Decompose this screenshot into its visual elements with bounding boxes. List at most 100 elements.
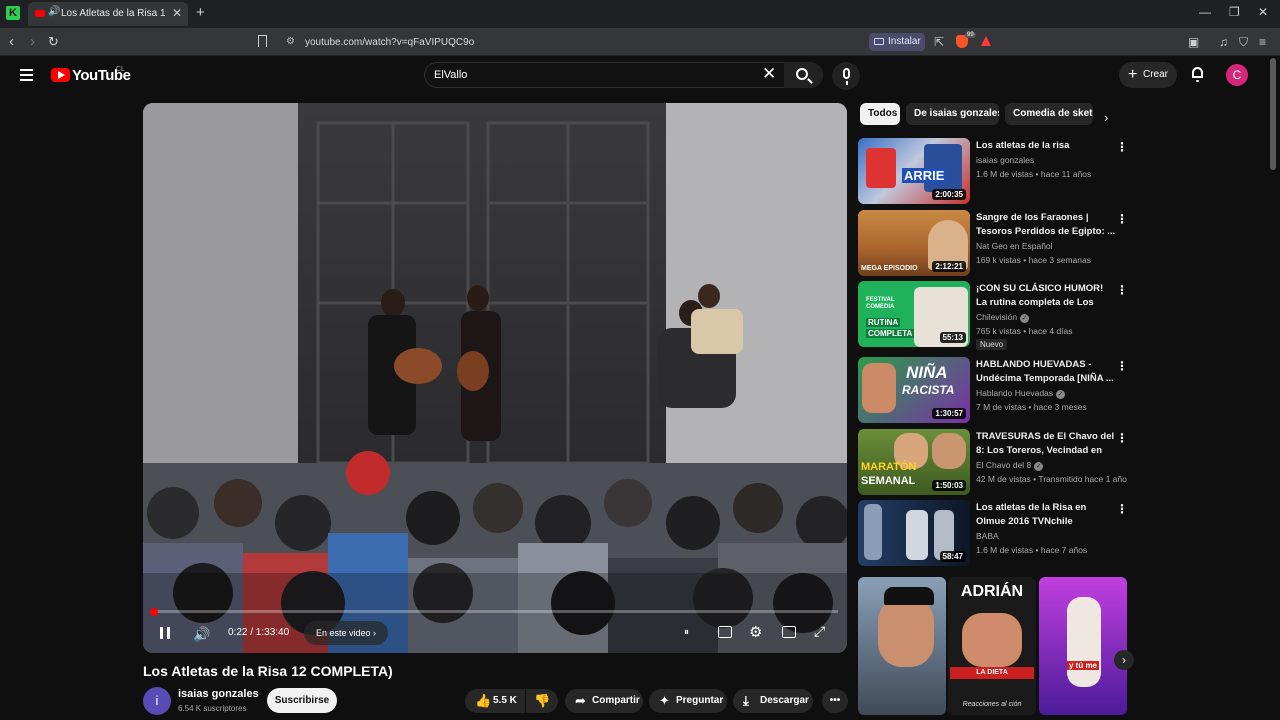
- channel-name[interactable]: isaias gonzales: [178, 688, 259, 700]
- recommendation-channel[interactable]: El Chavo del 8 ✓: [976, 460, 1044, 471]
- thumb-label: COMPLETA: [866, 329, 915, 338]
- audio-playing-icon[interactable]: 🔊: [48, 6, 60, 17]
- video-thumbnail[interactable]: 58:47: [858, 500, 970, 566]
- recommendation-title[interactable]: TRAVESURAS de El Chavo del 8: Los Torero…: [976, 430, 1116, 458]
- more-vert-icon[interactable]: ⋮: [1116, 502, 1128, 516]
- address-bar: ‹ › ↻: [0, 28, 1280, 56]
- short-thumbnail[interactable]: ADRIÁN LA DIETA Reacciones al ción: [948, 577, 1036, 715]
- share-page-icon[interactable]: ⇱: [934, 35, 944, 49]
- recommendation-title[interactable]: Los atletas de la risa: [976, 139, 1116, 153]
- video-thumbnail[interactable]: ARRIE 2:00:35: [858, 138, 970, 204]
- miniplayer-icon[interactable]: [782, 626, 796, 638]
- recommendation-title[interactable]: Sangre de los Faraones | Tesoros Perdido…: [976, 211, 1116, 239]
- shorts-next-icon[interactable]: ›: [1114, 650, 1134, 670]
- reload-icon[interactable]: ↻: [48, 34, 59, 50]
- back-icon[interactable]: ‹: [9, 33, 14, 50]
- vpn-icon[interactable]: ⛉: [1239, 35, 1248, 50]
- recommendation-item[interactable]: ARRIE 2:00:35 Los atletas de la risa isa…: [858, 138, 1128, 206]
- channel-avatar[interactable]: i: [143, 687, 171, 715]
- more-vert-icon[interactable]: ⋮: [1116, 283, 1128, 297]
- ask-button[interactable]: ✦ Preguntar: [649, 689, 727, 713]
- subtitles-icon[interactable]: [718, 626, 732, 638]
- recommendation-item[interactable]: NIÑA RACISTA 1:30:57 HABLANDO HUEVADAS -…: [858, 357, 1128, 425]
- recommendation-title[interactable]: HABLANDO HUEVADAS - Undécima Temporada […: [976, 358, 1116, 386]
- share-button[interactable]: ➦ Compartir: [565, 689, 643, 713]
- autoplay-toggle-icon[interactable]: ⏸: [684, 627, 689, 638]
- chips-next-icon[interactable]: ›: [1104, 110, 1108, 125]
- maximize-icon[interactable]: ❐: [1229, 5, 1240, 19]
- notifications-bell-icon[interactable]: [1192, 67, 1203, 82]
- pause-icon[interactable]: [160, 627, 170, 639]
- install-button[interactable]: Instalar: [869, 33, 925, 51]
- share-label: Compartir: [592, 695, 640, 706]
- reader-mode-icon[interactable]: ▣: [1188, 35, 1199, 49]
- duration-badge: 1:30:57: [932, 408, 966, 419]
- recommendation-item[interactable]: 58:47 Los atletas de la Risa en Olmue 20…: [858, 500, 1128, 568]
- video-thumbnail[interactable]: FESTIVAL COMEDIA RUTINA COMPLETA 55:13: [858, 281, 970, 347]
- scrubber-handle[interactable]: [150, 608, 158, 616]
- download-button[interactable]: ⤓ Descargar: [733, 689, 813, 713]
- browser-tab[interactable]: 🔊 Los Atletas de la Risa 12 COMPLETA ✕: [28, 2, 188, 26]
- chip-channel[interactable]: De isaias gonzales: [906, 103, 999, 125]
- site-info-icon[interactable]: ⚙: [286, 36, 295, 47]
- chip-all[interactable]: Todos: [860, 103, 900, 125]
- minimize-icon[interactable]: —: [1199, 5, 1211, 19]
- settings-gear-icon[interactable]: ⚙: [749, 623, 762, 641]
- progress-bar[interactable]: [152, 610, 838, 613]
- more-vert-icon[interactable]: ⋮: [1116, 431, 1128, 445]
- recommendation-channel[interactable]: Chilevisión ✓: [976, 312, 1030, 323]
- microphone-icon[interactable]: [843, 68, 850, 85]
- url-field[interactable]: youtube.com/watch?v=qFaVIPUQC9o: [305, 37, 474, 48]
- channel-name: Hablando Huevadas: [976, 388, 1054, 398]
- recommendation-channel[interactable]: Nat Geo en Español: [976, 241, 1053, 251]
- guide-menu-icon[interactable]: [20, 69, 33, 81]
- short-thumbnail[interactable]: [858, 577, 946, 715]
- account-avatar[interactable]: C: [1226, 64, 1248, 86]
- thumb-big-text: NIÑA: [906, 363, 948, 382]
- video-thumbnail[interactable]: NIÑA RACISTA 1:30:57: [858, 357, 970, 423]
- close-window-icon[interactable]: ✕: [1258, 5, 1268, 19]
- search-value[interactable]: ElVallo: [434, 69, 467, 81]
- recommendation-item[interactable]: MEGA EPISODIO 2:12:21 Sangre de los Fara…: [858, 210, 1128, 278]
- more-vert-icon[interactable]: ⋮: [1116, 212, 1128, 226]
- dislike-button[interactable]: 👎: [526, 689, 558, 713]
- video-thumbnail[interactable]: MEGA EPISODIO 2:12:21: [858, 210, 970, 276]
- like-button[interactable]: 👍 5.5 K: [465, 689, 525, 713]
- recommendation-item[interactable]: MARATÓN SEMANAL 1:50:03 TRAVESURAS de El…: [858, 429, 1128, 497]
- thumb-figure: [1067, 597, 1101, 687]
- tab-close-icon[interactable]: ✕: [172, 6, 182, 20]
- create-button[interactable]: + Crear: [1119, 62, 1177, 88]
- recommendation-title[interactable]: Los atletas de la Risa en Olmue 2016 TVN…: [976, 501, 1116, 529]
- recommendation-meta: 42 M de vistas • Transmitido hace 1 año: [976, 474, 1127, 484]
- thumb-label: RUTINA: [866, 318, 901, 327]
- new-tab-icon[interactable]: +: [196, 4, 205, 21]
- video-thumbnail[interactable]: MARATÓN SEMANAL 1:50:03: [858, 429, 970, 495]
- chapters-button[interactable]: En este video ›: [304, 621, 389, 645]
- recommendation-channel[interactable]: isaias gonzales: [976, 155, 1034, 165]
- recommendation-title[interactable]: ¡CON SU CLÁSICO HUMOR! La rutina complet…: [976, 282, 1116, 310]
- more-actions-button[interactable]: •••: [822, 689, 848, 713]
- browser-logo-icon[interactable]: K: [6, 6, 20, 20]
- short-thumbnail[interactable]: y tú me: [1039, 577, 1127, 715]
- more-vert-icon[interactable]: ⋮: [1116, 359, 1128, 373]
- forward-icon[interactable]: ›: [30, 33, 35, 50]
- menu-icon[interactable]: ≡: [1259, 35, 1266, 49]
- recommendation-channel[interactable]: BABA: [976, 531, 999, 541]
- search-icon[interactable]: [796, 68, 808, 80]
- time-display: 0:22 / 1:33:40: [228, 627, 290, 638]
- youtube-logo-icon[interactable]: [51, 68, 70, 82]
- volume-icon[interactable]: 🔊: [193, 626, 210, 643]
- recommendation-item[interactable]: FESTIVAL COMEDIA RUTINA COMPLETA 55:13 ¡…: [858, 281, 1128, 350]
- ask-label: Preguntar: [676, 695, 724, 706]
- media-icon[interactable]: ♫: [1219, 35, 1228, 49]
- more-vert-icon[interactable]: ⋮: [1116, 140, 1128, 154]
- recommendation-channel[interactable]: Hablando Huevadas ✓: [976, 388, 1066, 399]
- chip-sketch-comedy[interactable]: Comedia de sketch: [1005, 103, 1093, 125]
- page-scrollbar[interactable]: [1270, 58, 1276, 170]
- subscribe-button[interactable]: Suscribirse: [267, 688, 337, 713]
- fullscreen-icon[interactable]: ⤢: [814, 623, 825, 640]
- clear-search-icon[interactable]: ✕: [762, 64, 776, 84]
- video-player[interactable]: 🔊 0:22 / 1:33:40 En este video › ⏸ ⚙ ⤢: [143, 103, 847, 653]
- rewards-icon[interactable]: [981, 36, 991, 46]
- bookmark-icon[interactable]: [258, 35, 267, 47]
